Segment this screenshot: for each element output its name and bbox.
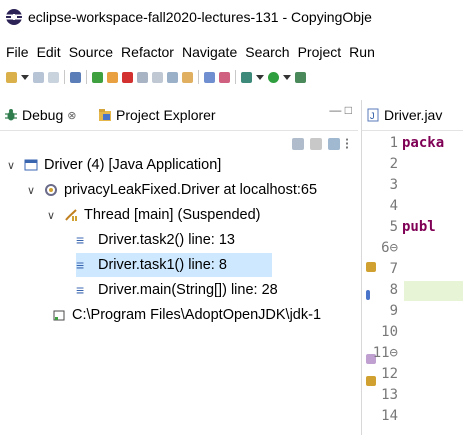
debug-bug-icon <box>5 109 17 121</box>
menu-source[interactable]: Source <box>69 44 113 64</box>
line-number: 14 <box>381 408 398 424</box>
stack-frame-icon: ≡ <box>76 257 85 273</box>
stack-frame-item[interactable]: ≡ Driver.main(String[]) line: 28 <box>76 278 358 302</box>
stack-frame-item-selected[interactable]: ≡ Driver.task1() line: 8 <box>76 253 272 277</box>
toolbar-separator <box>198 70 199 84</box>
tree-item-label: Driver.task1() line: 8 <box>98 257 227 273</box>
disconnect-icon[interactable] <box>137 71 148 83</box>
editor-tab[interactable]: J Driver.jav <box>362 105 442 125</box>
menu-search[interactable]: Search <box>245 44 289 64</box>
svg-text:J: J <box>370 111 375 121</box>
java-editor: J Driver.jav 1 2 3 4 5 6⊖ 7 8 9 10 11⊖ 1… <box>361 100 463 435</box>
stack-frame-icon: ≡ <box>76 232 85 248</box>
menu-bar: File Edit Source Refactor Navigate Searc… <box>0 44 463 64</box>
line-number: 11⊖ <box>372 345 398 361</box>
line-number: 6⊖ <box>381 240 398 256</box>
debug-view-toolbar <box>292 136 352 152</box>
line-number: 2 <box>389 156 398 172</box>
view-window-controls[interactable]: — □ <box>329 103 352 117</box>
stack-frame-item[interactable]: ≡ Driver.task2() line: 13 <box>76 228 358 252</box>
tree-item-thread[interactable]: ∨ Thread [main] (Suspended) <box>44 203 358 227</box>
use-step-filters-icon[interactable] <box>204 71 215 83</box>
tab-project-explorer-label: Project Explorer <box>116 107 216 123</box>
debug-dropdown-icon[interactable] <box>256 74 264 80</box>
line-number: 8 <box>389 282 398 298</box>
step-over-icon[interactable] <box>167 71 178 83</box>
code-line[interactable]: packa <box>402 135 444 151</box>
tab-project-explorer[interactable]: Project Explorer <box>98 105 216 125</box>
line-number: 5 <box>389 219 398 235</box>
skip-breakpoints-icon[interactable] <box>70 71 81 83</box>
tree-item-debug-target[interactable]: ∨ privacyLeakFixed.Driver at localhost:6… <box>24 178 358 202</box>
step-filters-icon[interactable] <box>328 138 340 150</box>
line-number: 1 <box>389 135 398 151</box>
view-menu-icon[interactable] <box>346 138 352 150</box>
editor-tab-label: Driver.jav <box>384 107 443 123</box>
chevron-down-icon[interactable]: ∨ <box>24 184 38 197</box>
current-line-highlight <box>404 281 463 301</box>
debug-view-tabs: Debug ⊗ Project Explorer — □ <box>0 100 358 131</box>
line-number: 7 <box>389 261 398 277</box>
jvm-process-icon <box>53 310 65 321</box>
tree-item-label: Driver.task2() line: 13 <box>98 232 235 248</box>
new-icon[interactable] <box>6 71 17 83</box>
line-number: 4 <box>389 198 398 214</box>
line-number: 12 <box>381 366 398 382</box>
tree-item-java-application[interactable]: ∨ Driver (4) [Java Application] <box>4 153 358 177</box>
save-icon[interactable] <box>33 71 44 83</box>
resume-icon[interactable] <box>92 71 103 83</box>
chevron-down-icon[interactable]: ∨ <box>4 159 18 172</box>
line-number: 13 <box>381 387 398 403</box>
collapse-all-icon[interactable] <box>292 138 304 150</box>
run-dropdown-icon[interactable] <box>283 74 291 80</box>
menu-navigate[interactable]: Navigate <box>182 44 237 64</box>
editor-tab-divider <box>362 130 463 131</box>
open-type-icon[interactable] <box>219 71 230 83</box>
line-number: 9 <box>389 303 398 319</box>
suspend-icon[interactable] <box>107 71 118 83</box>
terminate-icon[interactable] <box>122 71 133 83</box>
tab-debug[interactable]: Debug ⊗ <box>4 105 76 125</box>
tree-item-label: Thread [main] (Suspended) <box>84 207 261 223</box>
menu-project[interactable]: Project <box>298 44 342 64</box>
window-title: eclipse-workspace-fall2020-lectures-131 … <box>28 9 372 25</box>
eclipse-logo-icon <box>6 9 22 25</box>
tab-debug-label: Debug <box>22 107 64 123</box>
close-icon[interactable]: ⊗ <box>67 109 76 122</box>
code-line[interactable]: publ <box>402 219 436 235</box>
debug-icon[interactable] <box>241 71 252 83</box>
tree-item-label: Driver.main(String[]) line: 28 <box>98 282 278 298</box>
toolbar-separator <box>86 70 87 84</box>
line-number: 3 <box>389 177 398 193</box>
stack-frame-icon: ≡ <box>76 282 85 298</box>
editor-gutter: 1 2 3 4 5 6⊖ 7 8 9 10 11⊖ 12 13 14 <box>362 135 402 435</box>
project-explorer-icon <box>99 109 111 121</box>
step-into-icon[interactable] <box>152 71 163 83</box>
tree-item-label: Driver (4) [Java Application] <box>44 157 222 173</box>
save-all-icon[interactable] <box>48 71 59 83</box>
chevron-down-icon[interactable]: ∨ <box>44 209 58 222</box>
menu-refactor[interactable]: Refactor <box>121 44 174 64</box>
debug-target-icon <box>45 184 57 196</box>
menu-run[interactable]: Run <box>349 44 375 64</box>
debug-view: Debug ⊗ Project Explorer — □ ∨ Driver (4… <box>0 100 358 435</box>
line-number: 10 <box>381 324 398 340</box>
menu-edit[interactable]: Edit <box>37 44 61 64</box>
thread-suspended-icon <box>65 209 77 221</box>
tree-item-label: C:\Program Files\AdoptOpenJDK\jdk-1 <box>72 307 322 323</box>
java-file-icon: J <box>367 108 379 122</box>
tree-item-jvm-process[interactable]: C:\Program Files\AdoptOpenJDK\jdk-1 <box>52 303 358 327</box>
external-tools-icon[interactable] <box>295 71 306 83</box>
remove-terminated-icon[interactable] <box>310 138 322 150</box>
step-return-icon[interactable] <box>182 71 193 83</box>
java-application-icon <box>24 159 38 171</box>
toolbar-separator <box>64 70 65 84</box>
run-icon[interactable] <box>268 71 279 83</box>
toolbar-separator <box>235 70 236 84</box>
menu-file[interactable]: File <box>6 44 29 64</box>
main-toolbar <box>0 66 463 88</box>
new-dropdown-icon[interactable] <box>21 74 29 80</box>
title-bar: eclipse-workspace-fall2020-lectures-131 … <box>0 0 463 34</box>
tree-item-label: privacyLeakFixed.Driver at localhost:65 <box>64 182 318 198</box>
